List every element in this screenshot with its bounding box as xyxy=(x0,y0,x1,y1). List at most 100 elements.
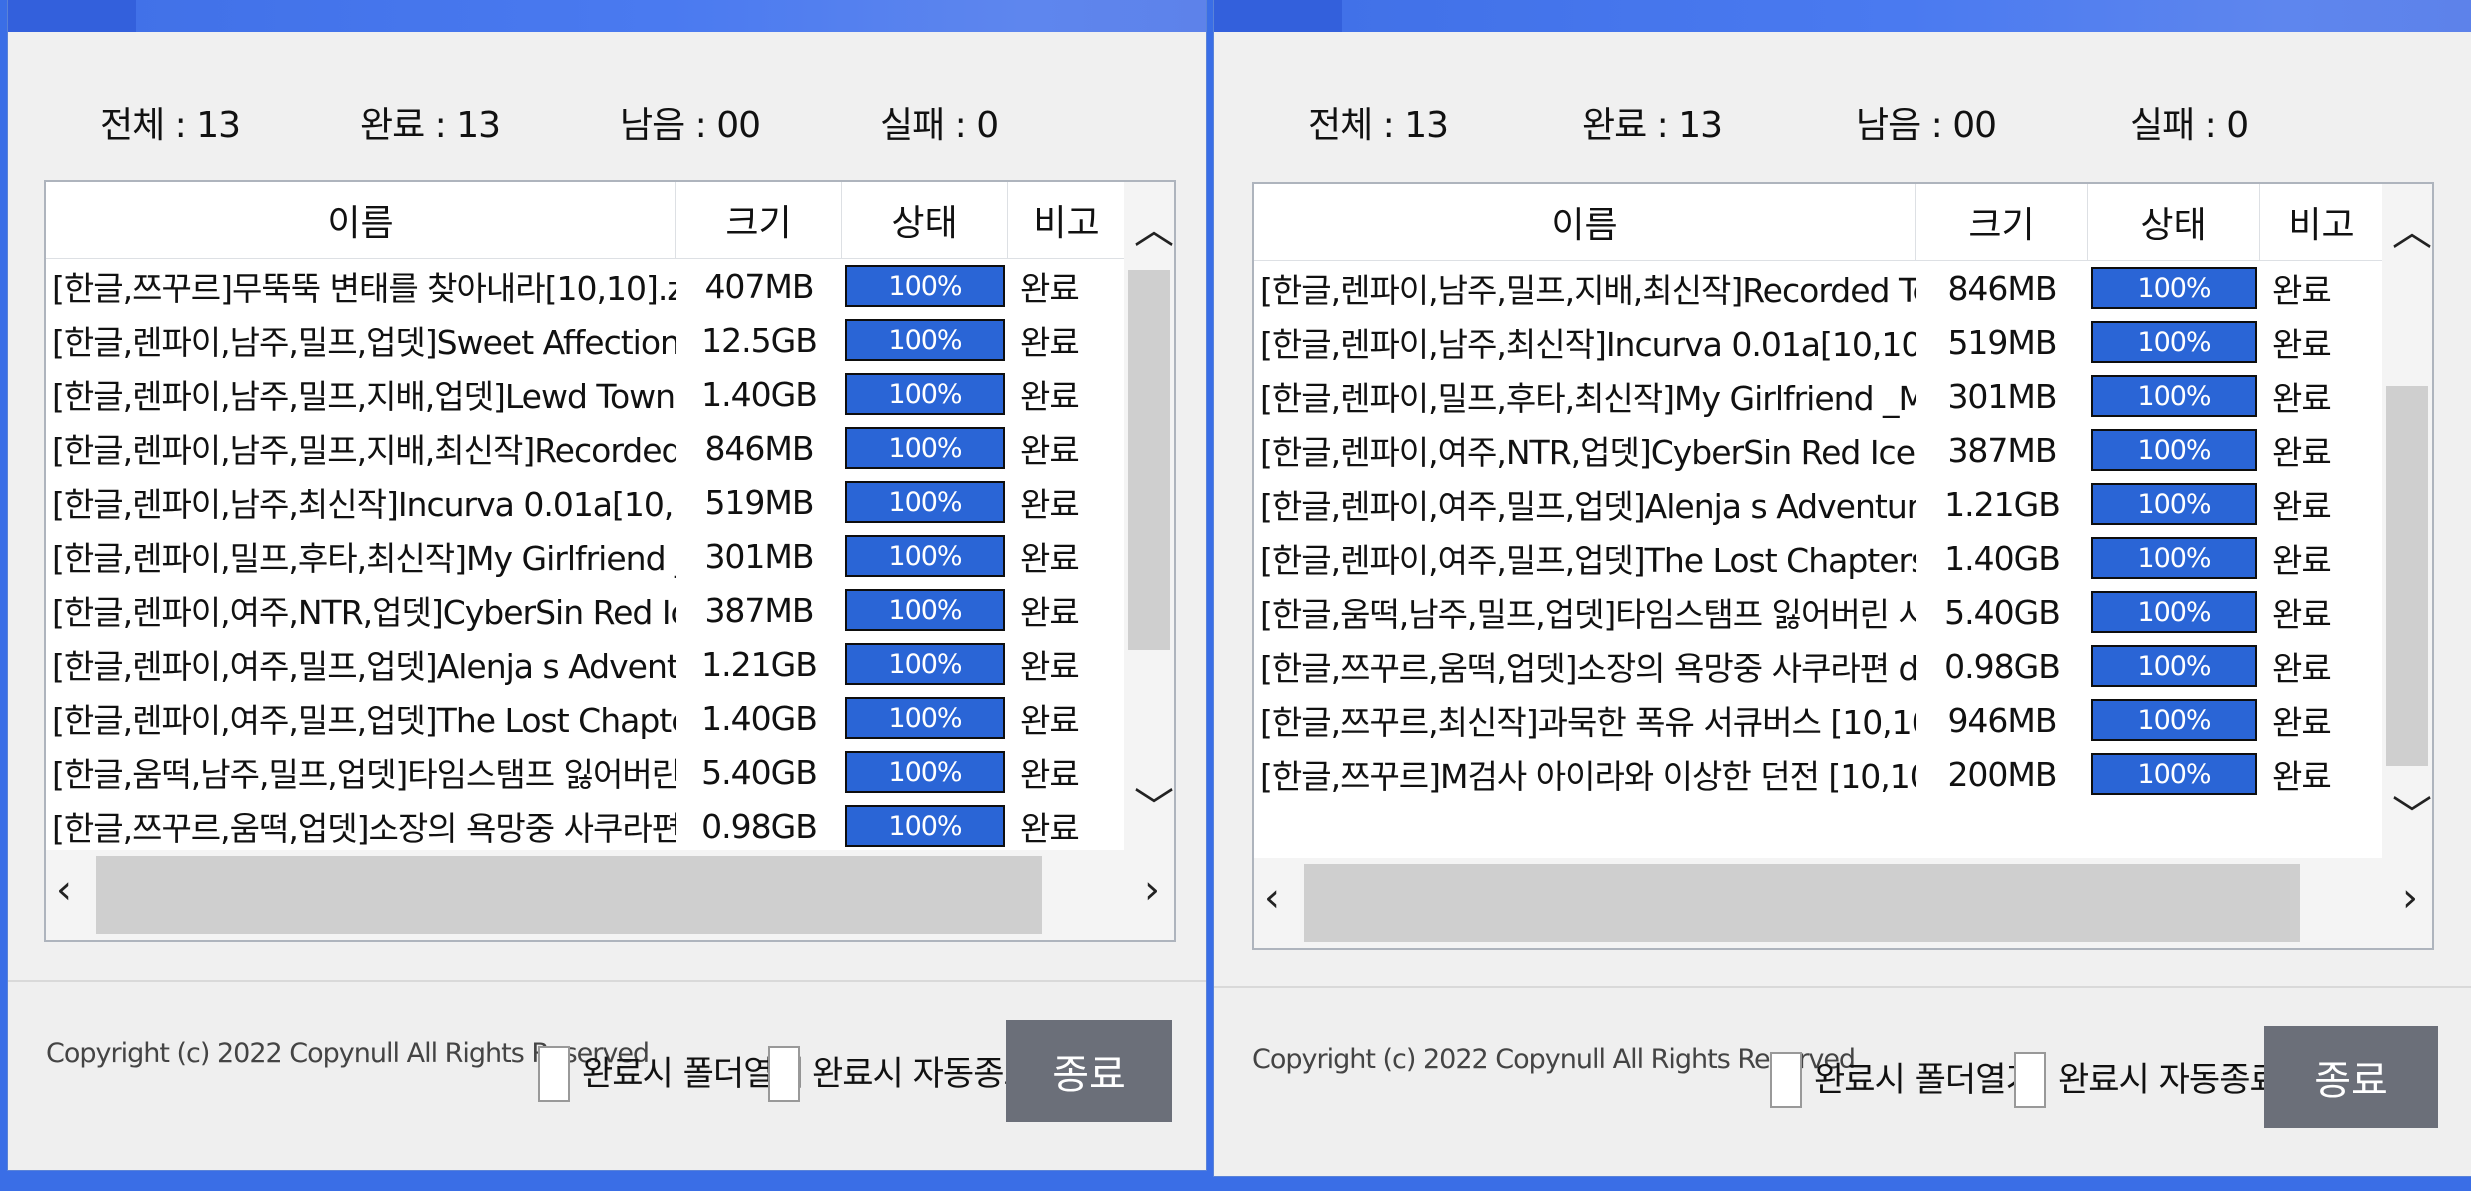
open-folder-checkbox[interactable] xyxy=(538,1046,570,1102)
progress-bar: 100% xyxy=(845,643,1005,685)
file-size: 387MB xyxy=(1947,430,2057,470)
stat-failed: 실패 : 0 xyxy=(2130,105,2249,146)
file-size: 1.21GB xyxy=(701,644,818,684)
auto-exit-label[interactable]: 완료시 자동종료 xyxy=(2058,1052,2281,1101)
vertical-scroll-thumb[interactable] xyxy=(1128,270,1170,650)
file-list[interactable]: 이름 크기 상태 비고 [한글,쯔꾸르]무뚝뚝 변태를 찾아내라[10,10].… xyxy=(44,180,1176,942)
exit-button[interactable]: 종료 xyxy=(1006,1020,1172,1122)
file-name: [한글,렌파이,남주,밀프,지배,업뎃]Lewd Town Adventures… xyxy=(52,377,676,416)
table-row[interactable]: [한글,렌파이,남주,밀프,지배,최신작]Recorded Temptation… xyxy=(46,421,1126,475)
horizontal-scrollbar[interactable]: ‹ › xyxy=(46,850,1174,940)
table-row[interactable]: [한글,움떡,남주,밀프,업뎃]타임스탬프 잃어버린 사랑 R.10PE[5.4… xyxy=(46,745,1126,799)
auto-exit-checkbox[interactable] xyxy=(2014,1052,2046,1108)
horizontal-scrollbar[interactable]: ‹ › xyxy=(1254,858,2432,948)
progress-bar: 100% xyxy=(845,319,1005,361)
footer: Copyright (c) 2022 Copynull All Rights R… xyxy=(8,980,1206,1170)
table-row[interactable]: [한글,렌파이,남주,밀프,업뎃]Sweet Affection 0.8.91[… xyxy=(46,313,1126,367)
status-note: 완료 xyxy=(1020,377,1080,416)
open-folder-checkbox[interactable] xyxy=(1770,1052,1802,1108)
chevron-left-icon[interactable]: ‹ xyxy=(1264,878,1280,918)
status-note: 완료 xyxy=(2272,757,2332,796)
table-row[interactable]: [한글,렌파이,밀프,후타,최신작]My Girlfriend _My Futa… xyxy=(1254,369,2384,423)
file-size: 1.40GB xyxy=(701,374,818,414)
status-note: 완료 xyxy=(1020,269,1080,308)
status-note: 완료 xyxy=(1020,539,1080,578)
table-row[interactable]: [한글,렌파이,여주,NTR,업뎃]CyberSin Red Ice 0.08b… xyxy=(1254,423,2384,477)
table-row[interactable]: [한글,렌파이,여주,NTR,업뎃]CyberSin Red Ice 0.08b… xyxy=(46,583,1126,637)
table-row[interactable]: [한글,렌파이,밀프,후타,최신작]My Girlfriend _My Futa… xyxy=(46,529,1126,583)
progress-bar: 100% xyxy=(2091,483,2257,525)
status-note: 완료 xyxy=(2272,433,2332,472)
vertical-scrollbar[interactable]: ︿ ﹀ xyxy=(1124,182,1174,850)
file-size: 846MB xyxy=(1947,268,2057,308)
copyright-text: Copyright (c) 2022 Copynull All Rights R… xyxy=(1252,1044,1856,1075)
auto-exit-label[interactable]: 완료시 자동종료 xyxy=(812,1046,1035,1095)
chevron-up-icon[interactable]: ︿ xyxy=(1134,210,1174,250)
column-header-note[interactable]: 비고 xyxy=(1008,182,1126,258)
table-row[interactable]: [한글,렌파이,여주,밀프,업뎃]The Lost Chapters 0.4a[… xyxy=(46,691,1126,745)
status-note: 완료 xyxy=(1020,809,1080,848)
status-cell: 100% xyxy=(842,643,1008,685)
horizontal-scroll-thumb[interactable] xyxy=(1304,864,2300,942)
table-row[interactable]: [한글,쯔꾸르,움떡,업뎃]소장의 욕망중 사쿠라편 day2[10,10].z… xyxy=(1254,639,2384,693)
file-name: [한글,렌파이,남주,최신작]Incurva 0.01a[10,10].zip.… xyxy=(52,485,676,524)
table-row[interactable]: [한글,움떡,남주,밀프,업뎃]타임스탬프 잃어버린 사랑 R.10PE[5.4… xyxy=(1254,585,2384,639)
file-size: 1.40GB xyxy=(1944,538,2061,578)
status-note: 완료 xyxy=(1020,701,1080,740)
stat-done: 완료 : 13 xyxy=(360,105,501,146)
table-row[interactable]: [한글,렌파이,남주,밀프,지배,업뎃]Lewd Town Adventures… xyxy=(46,367,1126,421)
chevron-down-icon[interactable]: ﹀ xyxy=(2392,796,2432,836)
horizontal-scroll-thumb[interactable] xyxy=(96,856,1042,934)
table-row[interactable]: [한글,쯔꾸르]무뚝뚝 변태를 찾아내라[10,10].zip.ezc 407MB… xyxy=(46,259,1126,313)
progress-bar: 100% xyxy=(845,481,1005,523)
column-header-name[interactable]: 이름 xyxy=(1254,184,1916,260)
table-row[interactable]: [한글,렌파이,여주,밀프,업뎃]The Lost Chapters 0.4a[… xyxy=(1254,531,2384,585)
file-size: 946MB xyxy=(1947,700,2057,740)
chevron-up-icon[interactable]: ︿ xyxy=(2392,212,2432,252)
column-header-size[interactable]: 크기 xyxy=(676,182,842,258)
column-header-note[interactable]: 비고 xyxy=(2260,184,2384,260)
chevron-left-icon[interactable]: ‹ xyxy=(56,870,72,910)
file-size: 519MB xyxy=(1947,322,2057,362)
table-row[interactable]: [한글,쯔꾸르,최신작]과묵한 폭유 서큐버스 [10,10].zip.ezc 9… xyxy=(1254,693,2384,747)
column-header-size[interactable]: 크기 xyxy=(1916,184,2088,260)
file-name: [한글,쯔꾸르,움떡,업뎃]소장의 욕망중 사쿠라편 day2[10,10].z xyxy=(52,809,676,848)
progress-bar: 100% xyxy=(2091,699,2257,741)
table-row[interactable]: [한글,렌파이,여주,밀프,업뎃]Alenja s Adventures 0.1… xyxy=(1254,477,2384,531)
status-note: 완료 xyxy=(1020,431,1080,470)
table-row[interactable]: [한글,쯔꾸르,움떡,업뎃]소장의 욕망중 사쿠라편 day2[10,10].z… xyxy=(46,799,1126,852)
progress-bar: 100% xyxy=(845,805,1005,847)
file-list[interactable]: 이름 크기 상태 비고 [한글,렌파이,남주,밀프,지배,최신작]Recorde… xyxy=(1252,182,2434,950)
table-row[interactable]: [한글,렌파이,남주,최신작]Incurva 0.01a[10,10].zip.… xyxy=(1254,315,2384,369)
status-cell: 100% xyxy=(2088,645,2260,687)
open-folder-label[interactable]: 완료시 폴더열기 xyxy=(1814,1052,2037,1101)
title-bar[interactable] xyxy=(1214,0,2471,32)
exit-button[interactable]: 종료 xyxy=(2264,1026,2438,1128)
table-row[interactable]: [한글,렌파이,남주,밀프,지배,최신작]Recorded Temptation… xyxy=(1254,261,2384,315)
column-header-status[interactable]: 상태 xyxy=(2088,184,2260,260)
progress-bar: 100% xyxy=(2091,537,2257,579)
column-header-name[interactable]: 이름 xyxy=(46,182,676,258)
status-cell: 100% xyxy=(2088,321,2260,363)
chevron-right-icon[interactable]: › xyxy=(2402,878,2418,918)
file-name: [한글,렌파이,여주,NTR,업뎃]CyberSin Red Ice 0.08b… xyxy=(52,593,676,632)
table-row[interactable]: [한글,렌파이,남주,최신작]Incurva 0.01a[10,10].zip.… xyxy=(46,475,1126,529)
download-window-right: 전체 : 13 완료 : 13 남음 : 00 실패 : 0 이름 크기 상태 … xyxy=(1214,0,2471,1176)
chevron-right-icon[interactable]: › xyxy=(1144,870,1160,910)
vertical-scrollbar[interactable]: ︿ ﹀ xyxy=(2382,184,2432,858)
table-row[interactable]: [한글,쯔꾸르]M검사 아이라와 이상한 던전 [10,10].zip.ezc 2… xyxy=(1254,747,2384,801)
file-name: [한글,움떡,남주,밀프,업뎃]타임스탬프 잃어버린 사랑 R.10PE[ xyxy=(52,755,676,794)
vertical-scroll-thumb[interactable] xyxy=(2386,386,2428,766)
auto-exit-checkbox[interactable] xyxy=(768,1046,800,1102)
file-name: [한글,렌파이,남주,밀프,업뎃]Sweet Affection 0.8.91[… xyxy=(52,323,676,362)
chevron-down-icon[interactable]: ﹀ xyxy=(1134,788,1174,828)
table-row[interactable]: [한글,렌파이,여주,밀프,업뎃]Alenja s Adventures 0.1… xyxy=(46,637,1126,691)
status-note: 완료 xyxy=(2272,703,2332,742)
file-size: 519MB xyxy=(704,482,814,522)
list-rows: [한글,렌파이,남주,밀프,지배,최신작]Recorded Temptation… xyxy=(1254,261,2384,801)
status-cell: 100% xyxy=(842,805,1008,847)
file-name: [한글,쯔꾸르,움떡,업뎃]소장의 욕망중 사쿠라편 day2[10,10].z xyxy=(1260,649,1916,688)
column-header-status[interactable]: 상태 xyxy=(842,182,1008,258)
file-size: 1.40GB xyxy=(701,698,818,738)
title-bar[interactable] xyxy=(8,0,1206,32)
